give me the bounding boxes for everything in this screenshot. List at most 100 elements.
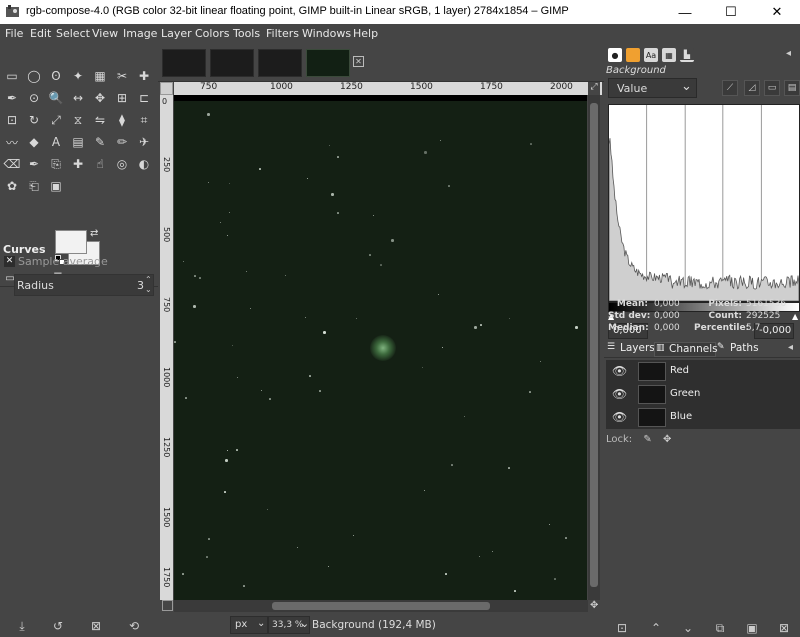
zoom-icon[interactable]: 🔍 (46, 88, 66, 108)
color-picker-icon[interactable]: ⊙ (24, 88, 44, 108)
navigate-icon[interactable]: ✥ (590, 600, 598, 611)
foreground-color-swatch[interactable] (55, 230, 87, 254)
blur-icon[interactable]: ◎ (112, 154, 132, 174)
cage-icon[interactable]: ⌗ (134, 110, 154, 130)
histogram-option-1-button[interactable]: ▭ (764, 80, 780, 96)
horizontal-scrollbar[interactable] (174, 600, 588, 612)
colors-tab-icon[interactable]: ● (608, 48, 622, 62)
vertical-ruler[interactable]: 0 250 500 750 1000 1250 1500 1750 (160, 95, 173, 600)
brushes-tab-icon[interactable] (626, 48, 640, 62)
menu-view[interactable]: View (92, 27, 118, 40)
smudge-icon[interactable]: ☝ (90, 154, 110, 174)
image-tab-2[interactable] (210, 49, 254, 77)
save-tool-preset-icon[interactable]: ⤓ (14, 618, 30, 634)
visibility-eye-icon[interactable]: 👁 (612, 410, 628, 424)
fuzzy-select-icon[interactable]: ✦ (68, 66, 88, 86)
lower-channel-icon[interactable]: ⌄ (680, 620, 696, 636)
menu-help[interactable]: Help (353, 27, 378, 40)
menu-layer[interactable]: Layer (161, 27, 192, 40)
bucket-fill-icon[interactable]: ◆ (24, 132, 44, 152)
histogram-option-2-button[interactable]: ▤ (784, 80, 800, 96)
blend-icon[interactable]: ▤ (68, 132, 88, 152)
align-icon[interactable]: ⊞ (112, 88, 132, 108)
crop-icon[interactable]: ⊏ (134, 88, 154, 108)
menu-edit[interactable]: Edit (30, 27, 51, 40)
range-end-marker-icon[interactable]: ▲ (792, 312, 798, 321)
radius-spinbox[interactable]: Radius 3 ⌃ ⌄ (14, 274, 154, 296)
foreground-select-icon[interactable]: ✚ (134, 66, 154, 86)
lock-pixels-icon[interactable]: ✎ (643, 434, 651, 445)
image-tab-1[interactable] (162, 49, 206, 77)
quick-mask-toggle[interactable] (162, 600, 173, 611)
paintbrush-icon[interactable]: ✎ (90, 132, 110, 152)
clone-icon[interactable]: ⎘ (46, 154, 66, 174)
airbrush-icon[interactable]: ✈ (134, 132, 154, 152)
fonts-tab-icon[interactable]: Aa (644, 48, 658, 62)
images-tab-icon[interactable]: ▦ (662, 48, 676, 62)
rect-select-icon[interactable]: ▭ (2, 66, 22, 86)
scissors-icon[interactable]: ✂ (112, 66, 132, 86)
menu-filters[interactable]: Filters (266, 27, 299, 40)
zoom-select[interactable]: 33,3 % ⌄ (268, 616, 310, 634)
ellipse-select-icon[interactable]: ◯ (24, 66, 44, 86)
menu-select[interactable]: Select (56, 27, 90, 40)
minimize-button[interactable]: — (662, 0, 708, 24)
channel-row-red[interactable]: 👁 Red (606, 360, 800, 383)
channel-row-blue[interactable]: 👁 Blue (606, 406, 800, 429)
mask-icon[interactable]: ▣ (46, 176, 66, 196)
maximize-button[interactable]: ☐ (708, 0, 754, 24)
horizontal-ruler[interactable]: 750 1000 1250 1500 1750 2000 (174, 82, 602, 95)
image-tab-active[interactable] (306, 49, 350, 77)
log-histogram-button[interactable]: ◿ (744, 80, 760, 96)
select-by-color-icon[interactable]: ▦ (90, 66, 110, 86)
pencil-icon[interactable]: ✏ (112, 132, 132, 152)
perspective-icon[interactable]: ⧫ (112, 110, 132, 130)
perspective-clone-icon[interactable]: ⎗ (24, 176, 44, 196)
channel-row-green[interactable]: 👁 Green (606, 383, 800, 406)
measure-icon[interactable]: ↔ (68, 88, 88, 108)
swap-colors-icon[interactable]: ⇄ (90, 228, 98, 239)
tab-channels[interactable]: ▥ Channels (654, 342, 718, 357)
duplicate-channel-icon[interactable]: ⧉ (712, 620, 728, 636)
unified-transform-icon[interactable]: ⊡ (2, 110, 22, 130)
configure-dock-icon[interactable]: ◂ (786, 48, 791, 59)
eraser-icon[interactable]: ⌫ (2, 154, 22, 174)
menu-tools[interactable]: Tools (233, 27, 260, 40)
flip-icon[interactable]: ⇋ (90, 110, 110, 130)
configure-layers-tab-icon[interactable]: ◂ (788, 342, 793, 353)
text-icon[interactable]: A (46, 132, 66, 152)
delete-tool-preset-icon[interactable]: ⊠ (88, 618, 104, 634)
menu-image[interactable]: Image (123, 27, 157, 40)
histogram-tab-icon[interactable]: ▙ (680, 48, 694, 62)
unit-select[interactable]: px ⌄ (230, 616, 268, 634)
close-image-tab-icon[interactable]: ✕ (353, 56, 364, 67)
image-canvas[interactable] (174, 95, 587, 600)
linear-histogram-button[interactable]: ⟋ (722, 80, 738, 96)
tab-paths[interactable]: ✎ Paths (716, 342, 762, 357)
heal-icon[interactable]: ✚ (68, 154, 88, 174)
lock-position-icon[interactable]: ✥ (663, 434, 671, 445)
free-select-icon[interactable]: ʘ (46, 66, 66, 86)
image-tab-3[interactable] (258, 49, 302, 77)
visibility-eye-icon[interactable]: 👁 (612, 364, 628, 378)
visibility-eye-icon[interactable]: 👁 (612, 387, 628, 401)
reset-tool-options-icon[interactable]: ⟲ (126, 618, 142, 634)
vertical-scrollbar[interactable] (588, 95, 600, 600)
vertical-scrollbar-thumb[interactable] (590, 103, 598, 587)
delete-channel-icon[interactable]: ⊠ (776, 620, 792, 636)
horizontal-scrollbar-thumb[interactable] (272, 602, 490, 610)
close-button[interactable]: ✕ (754, 0, 800, 24)
ruler-corner[interactable] (160, 82, 173, 95)
menu-colors[interactable]: Colors (195, 27, 229, 40)
new-channel-icon[interactable]: ⊡ (614, 620, 630, 636)
channel-to-selection-icon[interactable]: ▣ (744, 620, 760, 636)
mypaint-icon[interactable]: ✿ (2, 176, 22, 196)
dodge-icon[interactable]: ◐ (134, 154, 154, 174)
histogram-channel-select[interactable]: Value ⌄ (608, 78, 697, 98)
warp-icon[interactable]: 〰 (2, 132, 22, 152)
scale-icon[interactable]: ⤢ (46, 110, 66, 130)
menu-windows[interactable]: Windows (302, 27, 351, 40)
raise-channel-icon[interactable]: ⌃ (648, 620, 664, 636)
menu-file[interactable]: File (5, 27, 23, 40)
restore-tool-preset-icon[interactable]: ↺ (50, 618, 66, 634)
